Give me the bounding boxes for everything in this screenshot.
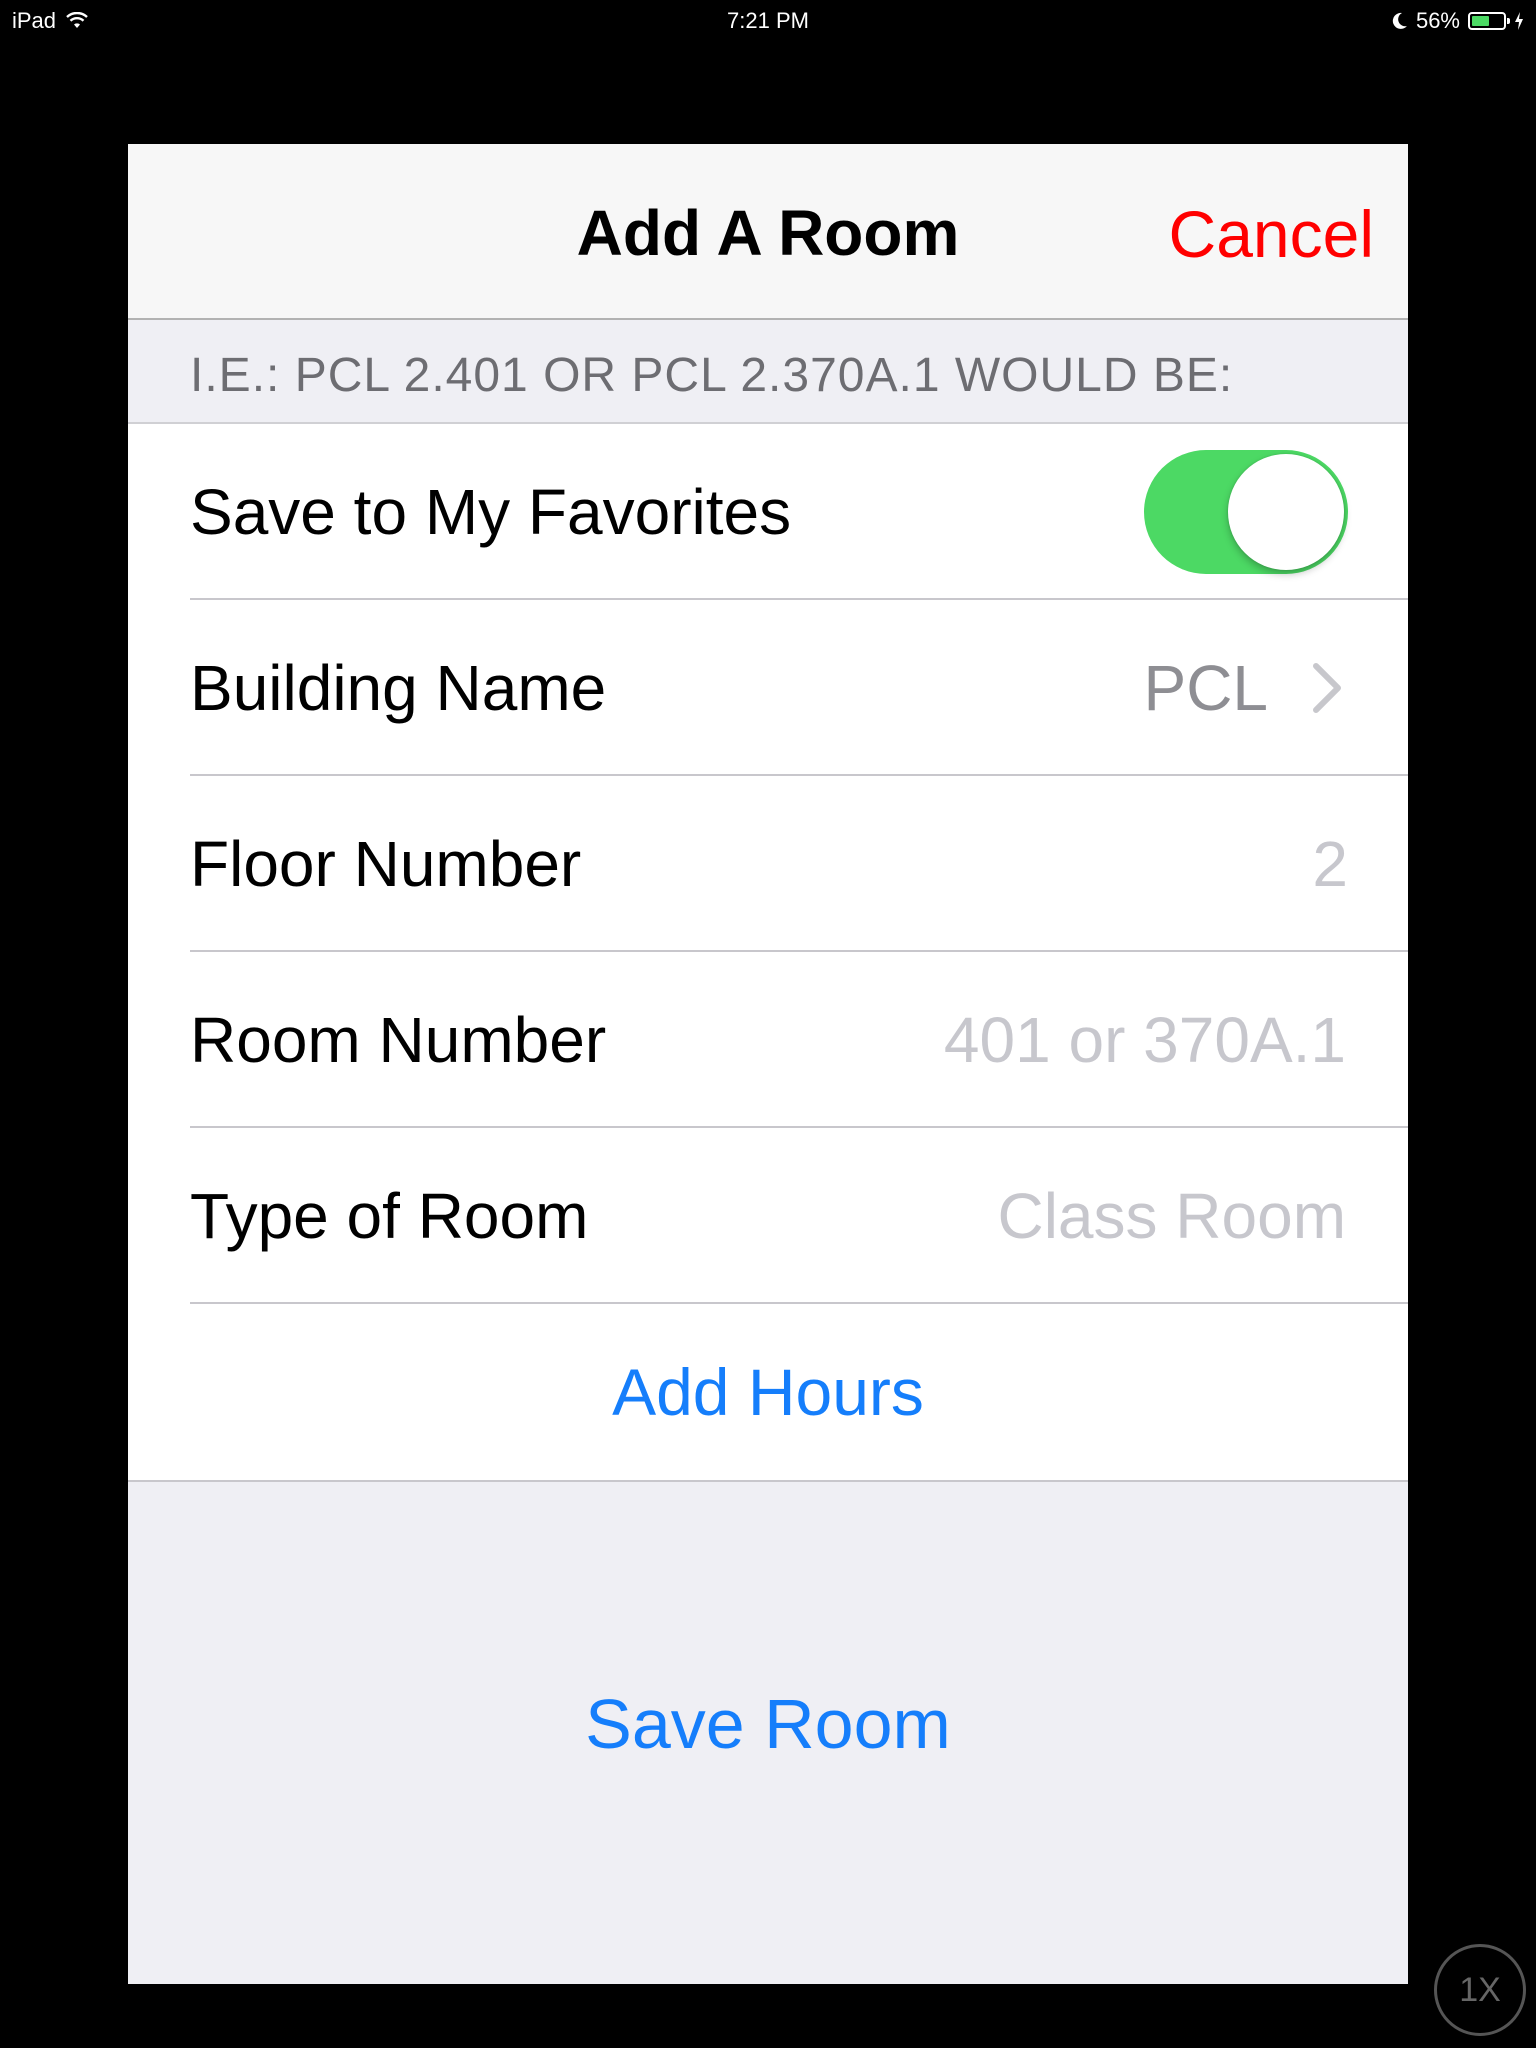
toggle-knob [1228, 454, 1344, 570]
battery-level-fill [1472, 16, 1489, 26]
favorites-toggle[interactable] [1144, 450, 1348, 574]
room-type-label: Type of Room [190, 1180, 589, 1252]
floor-number-field[interactable]: 2 [1312, 827, 1348, 901]
battery-icon [1468, 12, 1510, 30]
section-header-text: I.E.: PCL 2.401 OR PCL 2.370A.1 WOULD BE… [190, 349, 1234, 402]
zoom-badge[interactable]: 1X [1434, 1944, 1526, 2036]
add-hours-row: Add Hours [128, 1304, 1408, 1480]
save-room-button[interactable]: Save Room [128, 1684, 1408, 1764]
cancel-button[interactable]: Cancel [1169, 196, 1374, 272]
building-name-label: Building Name [190, 652, 607, 724]
status-right: 56% [1392, 8, 1524, 34]
room-number-input[interactable] [744, 1002, 1348, 1078]
favorites-row: Save to My Favorites [128, 424, 1408, 600]
navigation-bar: Add A Room Cancel [128, 144, 1408, 320]
room-form-table: Save to My Favorites Building Name PCL F… [128, 424, 1408, 1482]
battery-tip [1507, 18, 1510, 24]
add-hours-button[interactable]: Add Hours [128, 1304, 1408, 1480]
room-type-input[interactable] [744, 1178, 1348, 1254]
room-type-row: Type of Room [128, 1128, 1408, 1304]
room-number-row: Room Number [128, 952, 1408, 1128]
chevron-right-icon [1313, 663, 1341, 713]
battery-percent: 56% [1415, 8, 1460, 33]
favorites-label: Save to My Favorites [190, 476, 792, 548]
building-name-row[interactable]: Building Name PCL [128, 600, 1408, 776]
floor-number-label: Floor Number [190, 828, 582, 900]
add-room-sheet: Add A Room Cancel I.E.: PCL 2.401 OR PCL… [128, 144, 1408, 1984]
section-header: I.E.: PCL 2.401 OR PCL 2.370A.1 WOULD BE… [128, 320, 1408, 424]
floor-number-row: Floor Number 2 [128, 776, 1408, 952]
status-bar: iPad 7:21 PM 56% [0, 0, 1536, 40]
building-name-value: PCL [1143, 652, 1269, 724]
ipad-screen: iPad 7:21 PM 56% Add A Room Cancel I.E.:… [0, 0, 1536, 2048]
status-time: 7:21 PM [727, 8, 809, 33]
charging-icon [1515, 12, 1523, 30]
room-number-label: Room Number [190, 1004, 607, 1076]
moon-icon [1392, 12, 1407, 29]
